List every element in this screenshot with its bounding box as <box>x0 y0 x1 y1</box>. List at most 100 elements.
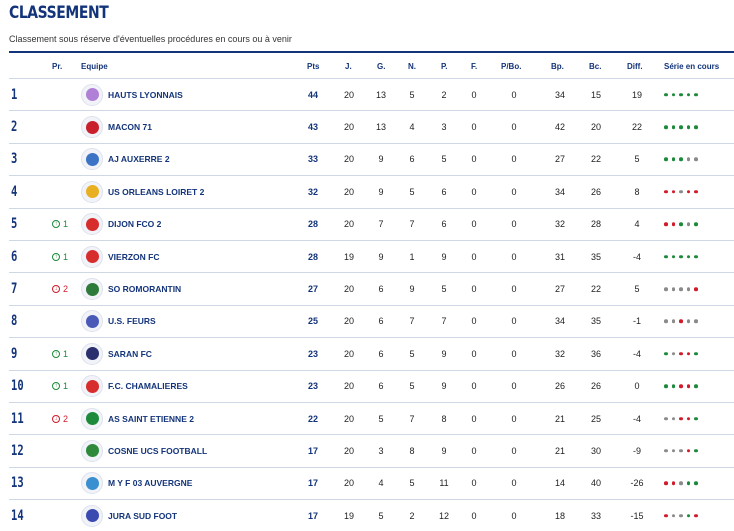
header-bp[interactable]: Bp. <box>551 62 564 71</box>
form-series <box>664 125 698 129</box>
team-logo-icon[interactable] <box>81 83 103 106</box>
cell-bc: 25 <box>590 413 601 424</box>
form-loss-dot <box>671 190 675 194</box>
arrow-up-icon: ↑ <box>52 349 60 358</box>
form-series <box>664 157 698 162</box>
header-g[interactable]: G. <box>377 62 385 71</box>
cell-bp: 34 <box>554 186 565 197</box>
form-win-dot <box>664 92 668 97</box>
cell-g: 6 <box>378 284 384 295</box>
header-p[interactable]: P. <box>441 62 448 71</box>
team-name-link[interactable]: AS SAINT ETIENNE 2 <box>108 414 194 424</box>
cell-pbo: 0 <box>511 154 517 165</box>
header-series[interactable]: Série en cours <box>664 62 719 71</box>
table-row[interactable]: 4 US ORLEANS LOIRET 2 32 20 9 5 6 0 0 34 26 8 <box>9 176 734 209</box>
team-name-link[interactable]: COSNE UCS FOOTBALL <box>108 446 207 456</box>
cell-diff: 5 <box>634 154 640 165</box>
team-name-link[interactable]: US ORLEANS LOIRET 2 <box>108 187 204 197</box>
team-name-link[interactable]: M Y F 03 AUVERGNE <box>108 478 192 488</box>
team-logo-icon[interactable] <box>81 213 103 236</box>
team-name-link[interactable]: F.C. CHAMALIERES <box>108 381 188 391</box>
team-logo-icon[interactable] <box>81 245 103 268</box>
team-name-link[interactable]: JURA SUD FOOT <box>108 511 177 521</box>
table-row[interactable]: 6 ↑ 1 VIERZON FC 28 19 9 1 9 0 0 31 35 -4 <box>9 241 734 274</box>
cell-pts: 33 <box>307 154 318 165</box>
form-win-dot <box>664 254 668 259</box>
table-row[interactable]: 1 HAUTS LYONNAIS 44 20 13 5 2 0 0 34 15 19 <box>9 79 734 112</box>
table-row[interactable]: 2 MACON 71 43 20 13 4 3 0 0 42 20 22 <box>9 111 734 144</box>
team-logo-icon[interactable] <box>81 278 103 301</box>
cell-bc: 15 <box>590 89 601 100</box>
form-win-dot <box>671 125 675 129</box>
team-logo-icon[interactable] <box>81 180 103 203</box>
form-win-dot <box>686 514 690 518</box>
table-row[interactable]: 9 ↑ 1 SARAN FC 23 20 6 5 9 0 0 32 36 -4 <box>9 338 734 371</box>
form-loss-dot <box>664 481 668 486</box>
form-loss-dot <box>686 449 690 453</box>
cell-p: 9 <box>441 251 447 262</box>
team-name-link[interactable]: MACON 71 <box>108 122 152 132</box>
table-row[interactable]: 14 JURA SUD FOOT 17 19 5 2 12 0 0 18 33 -15 <box>9 500 734 531</box>
team-logo-icon[interactable] <box>81 407 103 430</box>
arrow-up-icon: ↑ <box>52 220 60 229</box>
cell-pbo: 0 <box>511 186 517 197</box>
team-logo-icon[interactable] <box>81 439 103 462</box>
team-name-link[interactable]: SARAN FC <box>108 349 152 359</box>
cell-bc: 26 <box>590 186 601 197</box>
rank-number: 10 <box>11 378 24 395</box>
cell-pts: 23 <box>307 348 318 359</box>
table-row[interactable]: 13 M Y F 03 AUVERGNE 17 20 4 5 11 0 0 14 40 -26 <box>9 468 734 501</box>
table-row[interactable]: 11 ↓ 2 AS SAINT ETIENNE 2 22 20 5 7 8 0 0 21 25 -4 <box>9 403 734 436</box>
rank-change-value: 1 <box>63 381 69 392</box>
header-diff[interactable]: Diff. <box>627 62 643 71</box>
table-row[interactable]: 3 AJ AUXERRE 2 33 20 9 6 5 0 0 27 22 5 <box>9 144 734 177</box>
header-f[interactable]: F. <box>471 62 477 71</box>
header-pts[interactable]: Pts <box>307 62 319 71</box>
header-pr[interactable]: Pr. <box>52 62 62 71</box>
team-name-link[interactable]: AJ AUXERRE 2 <box>108 154 170 164</box>
team-name-link[interactable]: HAUTS LYONNAIS <box>108 90 183 100</box>
cell-n: 1 <box>409 251 415 262</box>
form-win-dot <box>686 125 690 129</box>
team-logo-icon[interactable] <box>81 116 103 139</box>
team-logo-icon[interactable] <box>81 504 103 527</box>
team-name-link[interactable]: DIJON FCO 2 <box>108 219 161 229</box>
team-logo-icon[interactable] <box>81 472 103 495</box>
rank-number: 11 <box>11 410 24 427</box>
team-name-link[interactable]: U.S. FEURS <box>108 316 156 326</box>
header-bc[interactable]: Bc. <box>589 62 601 71</box>
table-row[interactable]: 10 ↑ 1 F.C. CHAMALIERES 23 20 6 5 9 0 0 26 26 0 <box>9 371 734 403</box>
form-draw-dot <box>679 449 683 453</box>
team-name-link[interactable]: VIERZON FC <box>108 252 159 262</box>
team-crest <box>85 152 99 166</box>
team-logo-icon[interactable] <box>81 375 103 398</box>
cell-p: 9 <box>441 445 447 456</box>
form-series <box>664 416 698 421</box>
cell-bp: 21 <box>554 445 565 456</box>
form-draw-dot <box>686 287 690 291</box>
table-row[interactable]: 8 U.S. FEURS 25 20 6 7 7 0 0 34 35 -1 <box>9 306 734 339</box>
table-row[interactable]: 12 COSNE UCS FOOTBALL 17 20 3 8 9 0 0 21 30 -9 <box>9 435 734 468</box>
form-draw-dot <box>694 319 698 324</box>
header-pbo[interactable]: P/Bo. <box>501 62 521 71</box>
cell-pts: 44 <box>307 89 318 100</box>
cell-pbo: 0 <box>511 251 517 262</box>
header-n[interactable]: N. <box>408 62 416 71</box>
team-crest <box>85 476 99 490</box>
cell-diff: 0 <box>634 381 640 392</box>
standings-table: Pr. Equipe Pts J. G. N. P. F. P/Bo. Bp. … <box>9 51 734 531</box>
form-draw-dot <box>664 287 668 291</box>
team-name-link[interactable]: SO ROMORANTIN <box>108 284 181 294</box>
cell-g: 3 <box>378 445 384 456</box>
cell-j: 20 <box>343 219 354 230</box>
team-logo-icon[interactable] <box>81 148 103 171</box>
cell-f: 0 <box>471 413 477 424</box>
table-row[interactable]: 5 ↑ 1 DIJON FCO 2 28 20 7 7 6 0 0 32 28 4 <box>9 209 734 241</box>
header-team[interactable]: Equipe <box>81 62 108 71</box>
table-row[interactable]: 7 ↓ 2 SO ROMORANTIN 27 20 6 9 5 0 0 27 22 5 <box>9 273 734 306</box>
team-logo-icon[interactable] <box>81 342 103 365</box>
team-logo-icon[interactable] <box>81 310 103 333</box>
cell-bp: 34 <box>554 316 565 327</box>
header-j[interactable]: J. <box>345 62 352 71</box>
form-draw-dot <box>671 449 675 453</box>
